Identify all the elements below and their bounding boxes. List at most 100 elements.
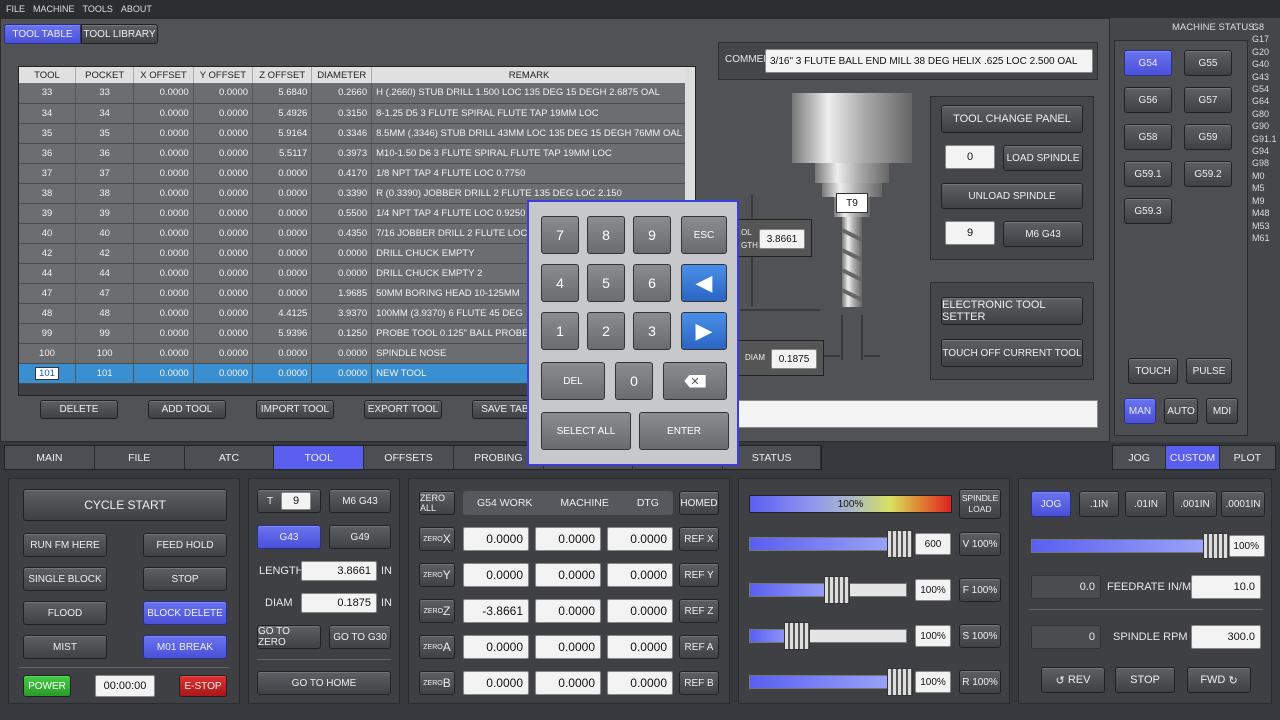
key-enter[interactable]: ENTER xyxy=(639,412,729,450)
table-cell[interactable]: 0.0000 xyxy=(193,123,254,144)
table-cell[interactable]: 100 xyxy=(75,343,135,364)
mdi-field[interactable] xyxy=(738,400,1098,428)
table-cell[interactable]: 47 xyxy=(19,283,76,304)
table-cell[interactable]: 0.0000 xyxy=(193,83,254,104)
diam-field[interactable]: 0.1875 xyxy=(301,593,377,613)
jog-button[interactable]: JOG xyxy=(1031,491,1071,517)
col-y-offset[interactable]: Y OFFSET xyxy=(193,67,254,83)
mode-man[interactable]: MAN xyxy=(1124,398,1156,424)
spindle-stop-button[interactable]: STOP xyxy=(1115,667,1175,693)
table-cell[interactable]: 0.0000 xyxy=(311,343,373,364)
table-cell[interactable]: 0.0000 xyxy=(193,103,254,124)
table-cell[interactable]: 0.0000 xyxy=(311,263,373,284)
key-2[interactable]: 2 xyxy=(587,312,625,350)
override-slider-thumb[interactable] xyxy=(887,668,914,696)
comment-field[interactable]: 3/16" 3 FLUTE BALL END MILL 38 DEG HELIX… xyxy=(765,49,1093,73)
table-cell[interactable]: 0.0000 xyxy=(193,243,254,264)
override-slider[interactable] xyxy=(749,668,914,696)
table-cell[interactable]: 48 xyxy=(75,303,135,324)
unload-spindle-button[interactable]: UNLOAD SPINDLE xyxy=(941,183,1083,209)
table-cell[interactable]: 0.0000 xyxy=(193,263,254,284)
table-cell[interactable]: 44 xyxy=(75,263,135,284)
table-cell[interactable]: 37 xyxy=(75,163,135,184)
table-cell[interactable]: 0.1250 xyxy=(311,323,373,344)
dro-z-work[interactable]: -3.8661 xyxy=(463,599,529,623)
table-cell[interactable]: 0.3390 xyxy=(311,183,373,204)
table-cell[interactable]: 34 xyxy=(19,103,76,124)
stop-button[interactable]: STOP xyxy=(143,567,227,591)
table-cell[interactable]: 0.0000 xyxy=(133,163,194,184)
jog-rate-slider[interactable] xyxy=(1031,533,1230,559)
table-cell[interactable]: 99 xyxy=(19,323,76,344)
go-to-g30-button[interactable]: GO TO G30 xyxy=(329,625,391,649)
key-6[interactable]: 6 xyxy=(633,264,671,302)
table-cell[interactable]: 3.9370 xyxy=(311,303,373,324)
tab-plot[interactable]: PLOT xyxy=(1219,446,1275,469)
table-cell[interactable]: 5.5117 xyxy=(252,143,313,164)
override-slider-thumb[interactable] xyxy=(887,530,914,558)
menu-about[interactable]: ABOUT xyxy=(121,4,152,14)
col-remark[interactable]: REMARK xyxy=(371,67,687,83)
key-7[interactable]: 7 xyxy=(541,216,579,254)
key-9[interactable]: 9 xyxy=(633,216,671,254)
table-cell[interactable]: 0.2660 xyxy=(311,83,373,104)
g43-button[interactable]: G43 xyxy=(257,525,321,549)
ref-x-button[interactable]: REF X xyxy=(679,527,719,551)
table-cell[interactable]: 35 xyxy=(75,123,135,144)
touch-off-button[interactable]: TOUCH OFF CURRENT TOOL xyxy=(941,339,1083,367)
table-cell[interactable]: 33 xyxy=(75,83,135,104)
wcs-g54-button[interactable]: G54 xyxy=(1124,50,1172,76)
key-del[interactable]: DEL xyxy=(541,362,605,400)
override-slider[interactable] xyxy=(749,576,907,604)
jog-step-01[interactable]: .01IN xyxy=(1125,491,1167,517)
key-esc[interactable]: ESC xyxy=(681,216,727,254)
override-slider[interactable] xyxy=(749,622,907,650)
table-cell[interactable]: 40 xyxy=(75,223,135,244)
spindle-fwd-button[interactable]: FWD ↻ xyxy=(1187,667,1251,693)
wcs-g59-1-button[interactable]: G59.1 xyxy=(1124,161,1172,187)
wcs-g59-2-button[interactable]: G59.2 xyxy=(1184,161,1232,187)
table-cell[interactable]: 0.0000 xyxy=(133,223,194,244)
table-cell[interactable]: 44 xyxy=(19,263,76,284)
zero-z-button[interactable]: ZERO Z xyxy=(419,599,455,623)
add-tool-button[interactable]: ADD TOOL xyxy=(148,400,226,419)
zero-x-button[interactable]: ZERO X xyxy=(419,527,455,551)
m6-g43-button[interactable]: M6 G43 xyxy=(1003,221,1083,247)
touch-button[interactable]: TOUCH xyxy=(1128,358,1178,384)
ref-b-button[interactable]: REF B xyxy=(679,671,719,695)
table-cell[interactable]: 4.4125 xyxy=(252,303,313,324)
key-4[interactable]: 4 xyxy=(541,264,579,302)
tool-number-editor[interactable]: 101 xyxy=(35,366,59,380)
key-backspace[interactable]: ✕ xyxy=(663,362,727,400)
tab-custom[interactable]: CUSTOM xyxy=(1166,446,1220,469)
mist-button[interactable]: MIST xyxy=(23,635,107,659)
table-cell[interactable]: 0.0000 xyxy=(193,303,254,324)
override-reset-button[interactable]: V 100% xyxy=(959,532,1001,556)
run-from-here-button[interactable]: RUN FM HERE xyxy=(23,533,107,557)
key-3[interactable]: 3 xyxy=(633,312,671,350)
feedrate-field[interactable]: 10.0 xyxy=(1191,575,1261,599)
block-delete-button[interactable]: BLOCK DELETE xyxy=(143,601,227,625)
table-cell[interactable]: 48 xyxy=(19,303,76,324)
table-cell[interactable]: 8-1.25 D5 3 FLUTE SPIRAL FLUTE TAP 19MM … xyxy=(371,103,687,124)
main-tab-tool[interactable]: TOOL xyxy=(274,446,365,469)
table-cell[interactable]: 0.0000 xyxy=(133,203,194,224)
dro-x-work[interactable]: 0.0000 xyxy=(463,527,529,551)
table-cell[interactable]: 40 xyxy=(19,223,76,244)
table-cell[interactable]: 0.3973 xyxy=(311,143,373,164)
table-cell[interactable]: 0.3150 xyxy=(311,103,373,124)
table-cell[interactable]: 5.4926 xyxy=(252,103,313,124)
table-cell[interactable]: 35 xyxy=(19,123,76,144)
col-tool[interactable]: TOOL xyxy=(19,67,76,83)
table-cell[interactable]: 5.9396 xyxy=(252,323,313,344)
table-cell[interactable]: 37 xyxy=(19,163,76,184)
override-slider[interactable] xyxy=(749,530,914,558)
table-cell[interactable]: 34 xyxy=(75,103,135,124)
key-0[interactable]: 0 xyxy=(615,362,653,400)
table-cell[interactable]: 0.0000 xyxy=(193,143,254,164)
jog-rate-thumb[interactable] xyxy=(1203,533,1230,559)
m01-break-button[interactable]: M01 BREAK xyxy=(143,635,227,659)
g49-button[interactable]: G49 xyxy=(329,525,391,549)
dro-b-work[interactable]: 0.0000 xyxy=(463,671,529,695)
zero-b-button[interactable]: ZERO B xyxy=(419,671,455,695)
